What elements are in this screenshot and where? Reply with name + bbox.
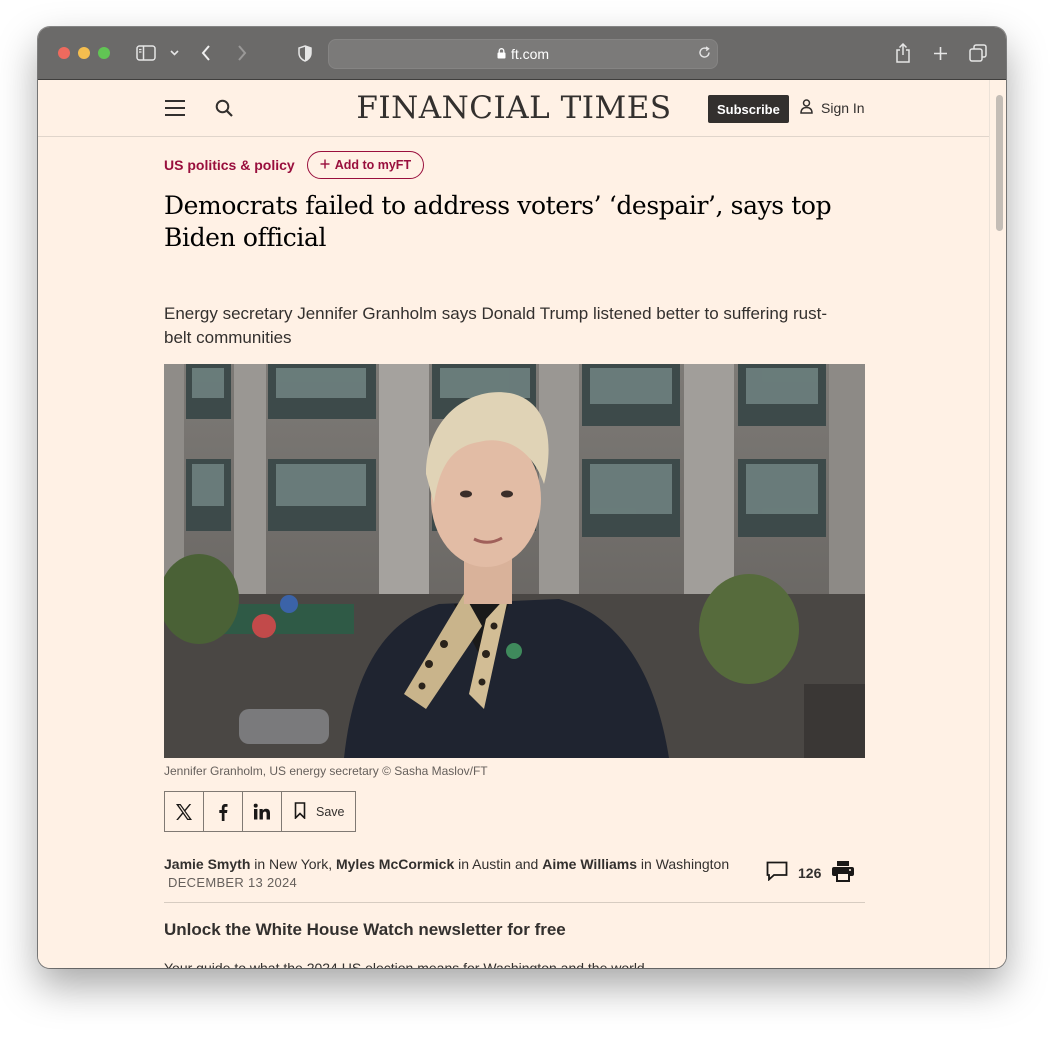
minimize-window-button[interactable]	[78, 47, 90, 59]
chevron-right-icon[interactable]	[234, 41, 250, 65]
share-bar: Save	[164, 791, 356, 832]
user-icon	[800, 99, 813, 117]
comments-button[interactable]: 126	[766, 861, 821, 884]
x-logo-icon[interactable]	[165, 792, 204, 831]
scrollbar-thumb[interactable]	[996, 95, 1003, 231]
plus-icon[interactable]	[931, 41, 949, 65]
sidebar-icon[interactable]	[135, 41, 157, 65]
linkedin-icon[interactable]	[243, 792, 282, 831]
image-caption: Jennifer Granholm, US energy secretary ©…	[164, 764, 488, 778]
chevron-down-icon[interactable]	[168, 41, 180, 65]
close-window-button[interactable]	[58, 47, 70, 59]
add-to-myft-label: Add to myFT	[334, 158, 412, 172]
page-viewport: FINANCIAL TIMES Subscribe Sign In US pol…	[38, 80, 1006, 968]
site-header: FINANCIAL TIMES Subscribe Sign In	[38, 80, 990, 137]
comment-count: 126	[798, 864, 822, 881]
browser-window: ft.com FINANCIAL TIMES Subscribe Sign In…	[38, 27, 1006, 968]
byline-location: in New York,	[250, 856, 336, 872]
lock-icon	[497, 46, 506, 62]
subscribe-button[interactable]: Subscribe	[708, 95, 789, 123]
newsletter-title: Unlock the White House Watch newsletter …	[164, 920, 566, 939]
save-label: Save	[316, 804, 345, 819]
article-headline: Democrats failed to address voters’ ‘des…	[164, 191, 832, 252]
tabs-icon[interactable]	[968, 41, 988, 65]
hero-image[interactable]	[164, 364, 865, 758]
comment-icon	[766, 861, 788, 884]
reload-icon[interactable]	[698, 46, 711, 62]
scrollbar[interactable]	[989, 80, 1006, 968]
author-link[interactable]: Myles McCormick	[336, 856, 454, 872]
url-text: ft.com	[510, 46, 550, 62]
topic-row: US politics & policy Add to myFT	[164, 151, 425, 179]
byline: Jamie Smyth in New York, Myles McCormick…	[164, 854, 744, 874]
sign-in-link[interactable]: Sign In	[800, 99, 865, 117]
publish-date: DECEMBER 13 2024	[168, 875, 298, 890]
article-standfirst: Energy secretary Jennifer Granholm says …	[164, 304, 827, 347]
byline-location: in Washington	[637, 856, 730, 872]
newsletter-description: Your guide to what the 2024 US election …	[164, 960, 645, 968]
facebook-icon[interactable]	[204, 792, 243, 831]
byline-location: in Austin and	[454, 856, 543, 872]
print-icon[interactable]	[831, 860, 855, 886]
chevron-left-icon[interactable]	[198, 41, 214, 65]
divider	[164, 902, 865, 903]
save-button[interactable]: Save	[282, 792, 355, 831]
sign-in-label: Sign In	[821, 100, 865, 116]
topic-link[interactable]: US politics & policy	[164, 157, 295, 173]
browser-toolbar: ft.com	[38, 27, 1006, 80]
bookmark-icon	[294, 801, 306, 822]
share-icon[interactable]	[894, 41, 912, 65]
shield-icon[interactable]	[296, 41, 314, 65]
author-link[interactable]: Aime Williams	[542, 856, 637, 872]
author-link[interactable]: Jamie Smyth	[164, 856, 250, 872]
address-bar[interactable]: ft.com	[328, 39, 718, 69]
plus-icon	[320, 158, 330, 172]
add-to-myft-button[interactable]: Add to myFT	[306, 151, 425, 179]
zoom-window-button[interactable]	[98, 47, 110, 59]
